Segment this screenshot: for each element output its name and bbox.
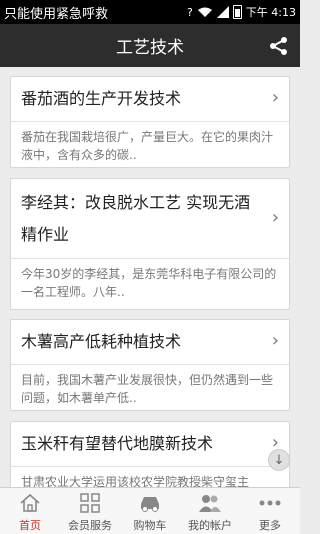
article-card[interactable]: 木薯高产低耗种植技术 › 目前，我国木薯产业发展很快，但仍然遇到一些问题，如木薯… — [10, 319, 290, 411]
wifi-icon — [197, 7, 212, 17]
article-snippet: 目前，我国木薯产业发展很快，但仍然遇到一些问题，如木薯单产低.. — [21, 373, 274, 405]
article-title: 玉米秆有望替代地膜新技术 — [21, 434, 214, 453]
car-icon — [138, 492, 162, 514]
tab-more[interactable]: 更多 — [240, 488, 300, 534]
article-snippet: 甘肃农业大学运用该校农学院教授柴守玺主 — [21, 475, 250, 487]
article-title: 番茄酒的生产开发技术 — [21, 89, 182, 108]
status-message: 只能使用紧急呼救 — [4, 6, 109, 22]
arrow-down-icon: ↓ — [273, 452, 285, 468]
tab-label: 首页 — [19, 519, 41, 532]
page-title: 工艺技术 — [116, 38, 184, 58]
chevron-right-icon: › — [271, 330, 279, 351]
article-card[interactable]: 李经其：改良脱水工艺 实现无酒精作业 › 今年30岁的李经其，是东莞华科电子有限… — [10, 178, 290, 310]
users-icon — [198, 492, 222, 514]
chevron-right-icon: › — [271, 207, 279, 228]
grid-icon — [78, 492, 102, 514]
tab-my-account[interactable]: 我的帐户 — [180, 488, 240, 534]
tab-cart[interactable]: 购物车 — [120, 488, 180, 534]
article-card[interactable]: 番茄酒的生产开发技术 › 番茄在我国栽培很广，产量巨大。在它的果肉汁液中，含有众… — [10, 76, 290, 168]
article-title: 木薯高产低耗种植技术 — [21, 332, 182, 351]
battery-icon — [232, 5, 242, 19]
tab-label: 更多 — [259, 519, 281, 532]
signal-icon — [216, 6, 229, 18]
share-icon — [270, 37, 287, 55]
chevron-right-icon: › — [271, 87, 279, 108]
tab-label: 我的帐户 — [188, 519, 232, 532]
tab-home[interactable]: 首页 — [0, 488, 60, 534]
home-icon — [18, 492, 42, 514]
article-title: 李经其：改良脱水工艺 实现无酒精作业 — [21, 193, 251, 244]
status-bar: 只能使用紧急呼救 ? 下午 4:13 — [0, 0, 300, 24]
status-time: 下午 4:13 — [245, 6, 296, 19]
tab-member-services[interactable]: 会员服务 — [60, 488, 120, 534]
article-snippet: 番茄在我国栽培很广，产量巨大。在它的果肉汁液中，含有众多的碳.. — [21, 130, 274, 162]
tab-label: 会员服务 — [68, 519, 112, 532]
article-list: 番茄酒的生产开发技术 › 番茄在我国栽培很广，产量巨大。在它的果肉汁液中，含有众… — [0, 67, 300, 487]
tab-label: 购物车 — [133, 519, 167, 532]
bottom-tab-bar: 首页 会员服务 购物车 我的帐户 更多 — [0, 487, 300, 534]
sim-icon: ? — [186, 5, 193, 19]
article-card[interactable]: 玉米秆有望替代地膜新技术 › 甘肃农业大学运用该校农学院教授柴守玺主 — [10, 421, 290, 487]
article-snippet: 今年30岁的李经其，是东莞华科电子有限公司的一名工程师。八年.. — [21, 267, 277, 299]
share-button[interactable] — [266, 33, 292, 59]
app-bar: 工艺技术 — [0, 24, 300, 67]
scroll-down-button[interactable]: ↓ — [268, 449, 290, 471]
more-icon — [258, 492, 282, 514]
